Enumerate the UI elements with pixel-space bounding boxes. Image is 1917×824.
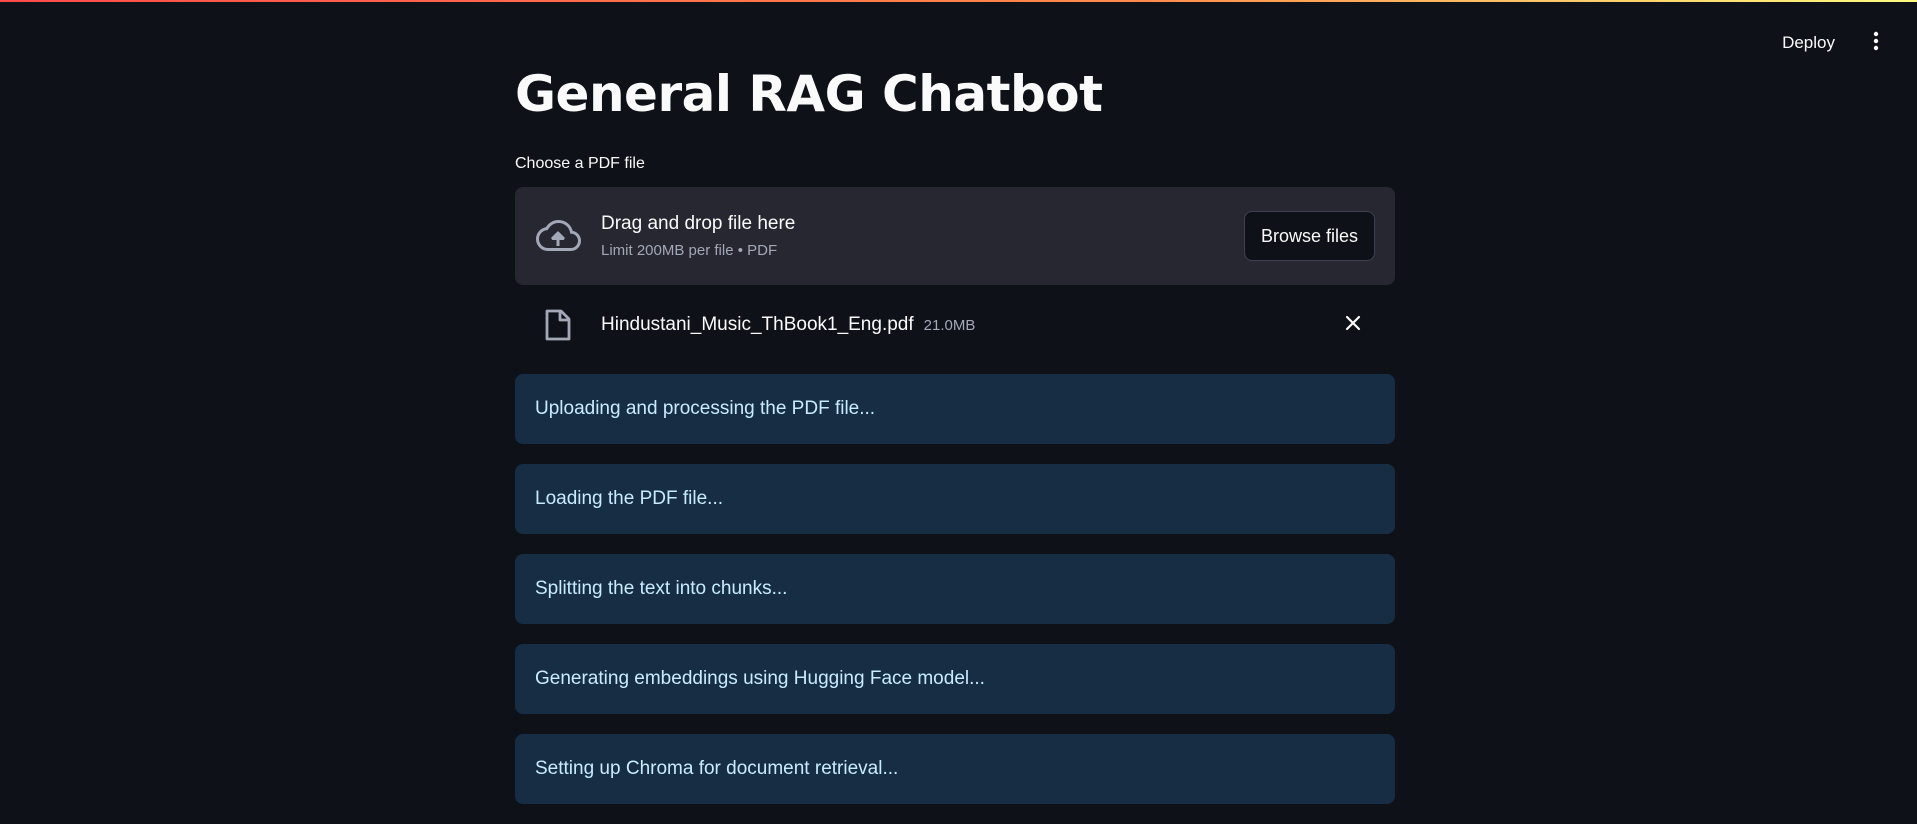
status-messages: Uploading and processing the PDF file...… bbox=[515, 374, 1395, 804]
uploader-label: Choose a PDF file bbox=[515, 155, 645, 172]
dropzone-limit-hint: Limit 200MB per file • PDF bbox=[601, 242, 778, 259]
browse-files-button[interactable]: Browse files bbox=[1243, 211, 1375, 261]
main-content: General RAG Chatbot Choose a PDF file Dr… bbox=[515, 0, 1395, 824]
status-alert: Splitting the text into chunks... bbox=[515, 554, 1395, 624]
uploaded-file-name: Hindustani_Music_ThBook1_Eng.pdf bbox=[601, 314, 914, 335]
deploy-button[interactable]: Deploy bbox=[1770, 25, 1847, 61]
page-title: General RAG Chatbot bbox=[515, 65, 1103, 123]
remove-file-button[interactable] bbox=[1335, 307, 1371, 343]
status-alert: Uploading and processing the PDF file... bbox=[515, 374, 1395, 444]
app-header: Deploy bbox=[1770, 0, 1917, 86]
file-icon bbox=[535, 302, 581, 348]
main-menu-button[interactable] bbox=[1861, 28, 1891, 58]
vertical-dots-icon bbox=[1873, 31, 1879, 56]
status-alert: Generating embeddings using Hugging Face… bbox=[515, 644, 1395, 714]
dropzone-title: Drag and drop file here bbox=[601, 213, 796, 234]
close-icon bbox=[1345, 315, 1361, 336]
uploaded-file-row: Hindustani_Music_ThBook1_Eng.pdf 21.0MB bbox=[515, 285, 1395, 365]
cloud-upload-icon bbox=[535, 213, 581, 259]
uploaded-file-size: 21.0MB bbox=[923, 316, 976, 334]
file-dropzone[interactable]: Drag and drop file here Limit 200MB per … bbox=[515, 187, 1395, 285]
status-alert: Loading the PDF file... bbox=[515, 464, 1395, 534]
status-alert: Setting up Chroma for document retrieval… bbox=[515, 734, 1395, 804]
dropzone-text: Drag and drop file here Limit 200MB per … bbox=[601, 212, 1244, 260]
